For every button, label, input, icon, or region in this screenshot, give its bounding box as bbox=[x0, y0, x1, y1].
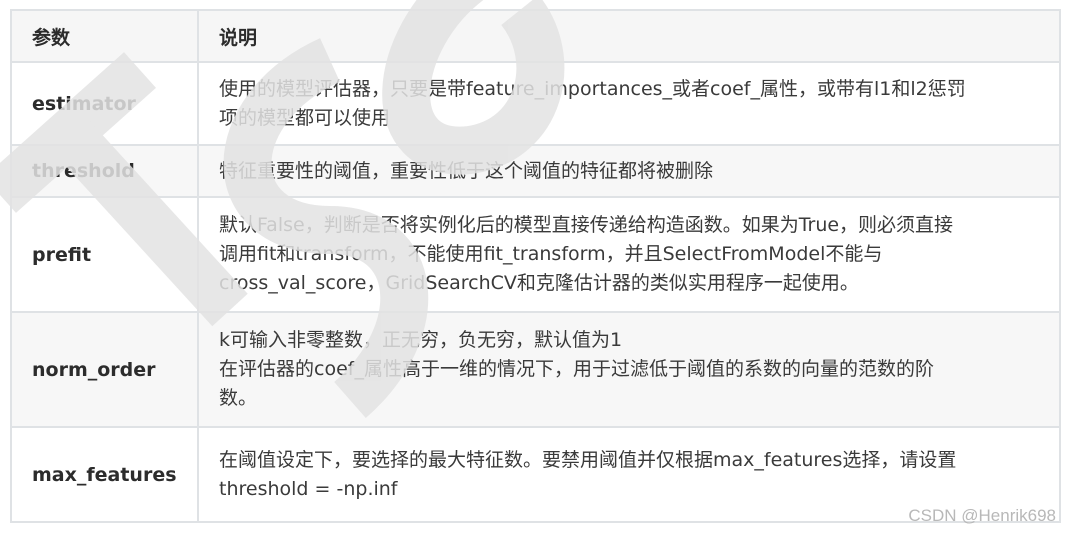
description-line: k可输入非零整数，正无穷，负无穷，默认值为1 bbox=[219, 329, 623, 351]
param-name: norm_order bbox=[10, 311, 199, 428]
param-name: max_features bbox=[10, 426, 199, 523]
description-line: 在评估器的coef_属性高于一维的情况下，用于过滤低于阈值的系数的向量的范数的阶 bbox=[219, 358, 934, 380]
table-row: prefit 默认False，判断是否将实例化后的模型直接传递给构造函数。如果为… bbox=[10, 196, 1061, 313]
param-description: 使用的模型评估器，只要是带feature_importances_或者coef_… bbox=[197, 61, 1061, 146]
table-header-row: 参数 说明 bbox=[10, 9, 1061, 63]
description-line: 使用的模型评估器，只要是带feature_importances_或者coef_… bbox=[219, 77, 966, 100]
csdn-credit: CSDN @Henrik698 bbox=[908, 506, 1056, 525]
description-line: 调用fit和transform，不能使用fit_transform，并且Sele… bbox=[219, 243, 883, 265]
param-name: threshold bbox=[10, 144, 199, 198]
param-description: 特征重要性的阈值，重要性低于这个阈值的特征都将被删除 bbox=[197, 144, 1061, 198]
description-line: 默认False，判断是否将实例化后的模型直接传递给构造函数。如果为True，则必… bbox=[219, 214, 954, 236]
param-name: estimator bbox=[10, 61, 199, 146]
description-line: 在阈值设定下，要选择的最大特征数。要禁用阈值并仅根据max_features选择… bbox=[219, 448, 957, 471]
parameters-table: 参数 说明 estimator 使用的模型评估器，只要是带feature_imp… bbox=[10, 9, 1061, 523]
table-row: norm_order k可输入非零整数，正无穷，负无穷，默认值为1 在评估器的c… bbox=[10, 311, 1061, 428]
header-param: 参数 bbox=[10, 9, 199, 63]
param-description: 默认False，判断是否将实例化后的模型直接传递给构造函数。如果为True，则必… bbox=[197, 196, 1061, 313]
header-description: 说明 bbox=[197, 9, 1061, 63]
description-line: 项的模型都可以使用 bbox=[219, 106, 391, 129]
table-row: max_features 在阈值设定下，要选择的最大特征数。要禁用阈值并仅根据m… bbox=[10, 426, 1061, 523]
description-line: 数。 bbox=[219, 387, 258, 409]
table-row: estimator 使用的模型评估器，只要是带feature_importanc… bbox=[10, 61, 1061, 146]
description-line: 特征重要性的阈值，重要性低于这个阈值的特征都将被删除 bbox=[219, 159, 714, 182]
table-row: threshold 特征重要性的阈值，重要性低于这个阈值的特征都将被删除 bbox=[10, 144, 1061, 198]
description-line: cross_val_score，GridSearchCV和克隆估计器的类似实用程… bbox=[219, 272, 859, 294]
param-description: k可输入非零整数，正无穷，负无穷，默认值为1 在评估器的coef_属性高于一维的… bbox=[197, 311, 1061, 428]
param-name: prefit bbox=[10, 196, 199, 313]
description-line: threshold = -np.inf bbox=[219, 477, 398, 500]
